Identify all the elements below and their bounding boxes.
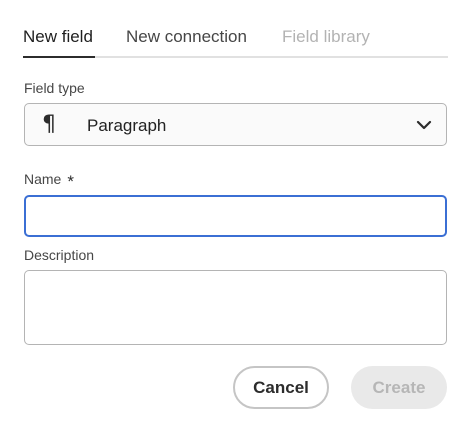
new-field-dialog: New field New connection Field library F… <box>0 0 469 424</box>
tab-new-connection[interactable]: New connection <box>126 26 247 48</box>
name-label: Name * <box>24 170 74 191</box>
cancel-button[interactable]: Cancel <box>233 366 329 409</box>
field-type-label: Field type <box>24 80 85 96</box>
create-button: Create <box>351 366 447 409</box>
tab-selection-indicator <box>23 56 95 58</box>
description-textarea[interactable] <box>24 270 447 345</box>
description-label: Description <box>24 247 95 263</box>
tab-new-field[interactable]: New field <box>23 26 93 48</box>
tab-list: New field New connection Field library <box>23 22 448 58</box>
paragraph-icon: ¶ <box>42 112 56 137</box>
field-type-picker[interactable]: ¶ Paragraph <box>24 103 447 146</box>
required-indicator: * <box>67 172 74 191</box>
chevron-down-icon <box>416 120 432 130</box>
tab-field-library: Field library <box>282 27 370 46</box>
name-label-text: Name <box>24 171 62 187</box>
field-type-value: Paragraph <box>87 116 167 135</box>
name-input[interactable] <box>24 195 447 237</box>
